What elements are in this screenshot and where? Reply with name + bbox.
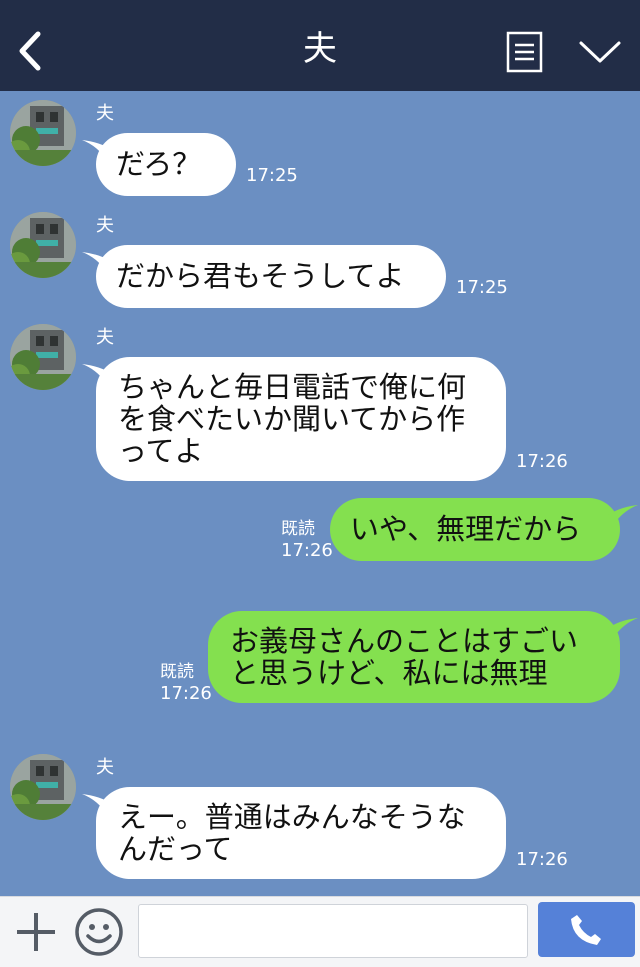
message-text: いや、無理だから (350, 512, 582, 546)
message-text-line: ってよ (118, 434, 204, 468)
smiley-icon[interactable] (74, 907, 124, 957)
sender-name: 夫 (96, 215, 114, 236)
message-time: 17:25 (456, 277, 508, 298)
sender-name: 夫 (96, 757, 114, 778)
avatar[interactable] (10, 754, 76, 820)
chevron-down-icon[interactable] (578, 38, 622, 66)
phone-icon (571, 915, 601, 945)
message-bubble[interactable]: えー。普通はみんなそうな んだって (96, 787, 506, 879)
message-time: 17:26 (516, 849, 568, 870)
sender-name: 夫 (96, 103, 114, 124)
message-bubble[interactable]: だから君もそうしてよ (96, 245, 446, 308)
message-text-line: えー。普通はみんなそうな (118, 800, 466, 834)
avatar[interactable] (10, 324, 76, 390)
list-icon[interactable] (506, 31, 543, 73)
read-receipt: 既読 17:26 (281, 519, 333, 561)
message-time: 17:26 (516, 451, 568, 472)
message-text-line: ちゃんと毎日電話で俺に何 (118, 370, 467, 404)
plus-icon[interactable] (14, 910, 58, 954)
message-text-line: んだって (118, 832, 233, 866)
avatar-photo (10, 100, 76, 166)
read-label: 既読 (281, 519, 315, 539)
avatar-photo (10, 324, 76, 390)
message-text-line: お義母さんのことはすごい (230, 624, 579, 658)
input-bar (0, 896, 640, 967)
sender-name: 夫 (96, 327, 114, 348)
message-time: 17:25 (246, 165, 298, 186)
message-time: 17:26 (160, 683, 212, 704)
message-text-line: と思うけど、私には無理 (230, 656, 548, 690)
avatar-photo (10, 754, 76, 820)
message-bubble[interactable]: だろ？ (96, 133, 236, 196)
message-text: だろ？ (116, 147, 202, 181)
message-bubble[interactable]: お義母さんのことはすごい と思うけど、私には無理 (208, 611, 620, 703)
message-text-line: を食べたいか聞いてから作 (118, 402, 466, 436)
bubble-tail (608, 618, 638, 640)
avatar[interactable] (10, 100, 76, 166)
avatar[interactable] (10, 212, 76, 278)
message-input[interactable] (138, 904, 528, 958)
message-bubble[interactable]: いや、無理だから (330, 498, 620, 561)
message-bubble[interactable]: ちゃんと毎日電話で俺に何 を食べたいか聞いてから作 ってよ (96, 357, 506, 481)
call-button[interactable] (538, 902, 635, 957)
chat-header: 夫 (0, 0, 640, 91)
read-label: 既読 (160, 662, 194, 682)
message-time: 17:26 (281, 540, 333, 561)
chat-title: 夫 (303, 29, 337, 69)
avatar-photo (10, 212, 76, 278)
read-receipt: 既読 17:26 (160, 662, 212, 704)
message-text: だから君もそうしてよ (116, 259, 405, 293)
bubble-tail (608, 505, 638, 527)
